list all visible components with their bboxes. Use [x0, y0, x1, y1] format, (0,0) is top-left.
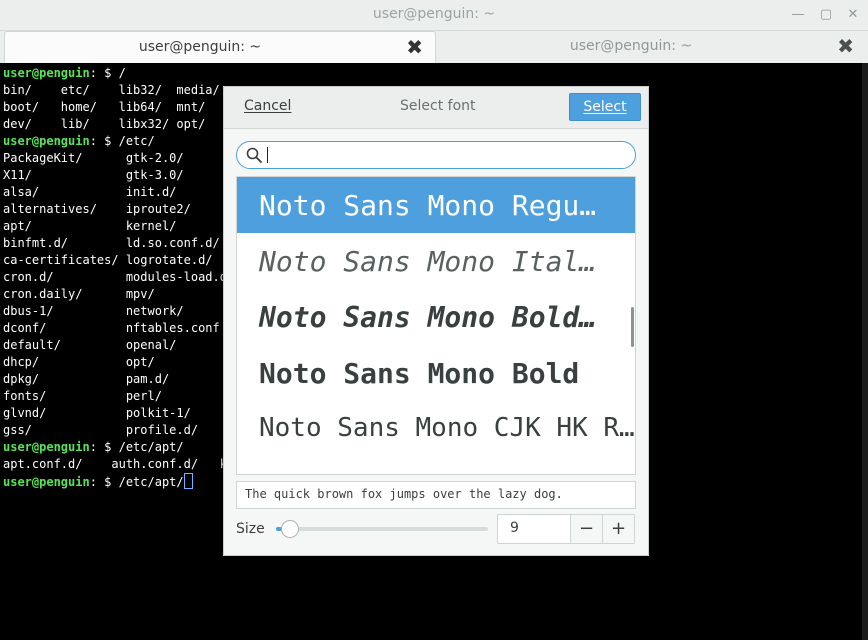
terminal-line: X11/ gtk-3.0/	[3, 168, 184, 182]
preview-text: The quick brown fox jumps over the lazy …	[245, 487, 563, 501]
font-search-input[interactable]	[236, 141, 636, 169]
terminal-line: bin/ etc/ lib32/ media/	[3, 83, 220, 97]
tab-close-icon[interactable]: ✖	[406, 37, 423, 57]
text-caret	[267, 147, 268, 163]
font-list-item[interactable]: Noto Sans Mono Bold…	[237, 289, 635, 345]
increase-size-button[interactable]: +	[602, 515, 634, 543]
tab-label: user@penguin: ~	[138, 39, 262, 55]
terminal-line: user@penguin: $ /etc/	[3, 134, 155, 148]
select-button[interactable]: Select	[569, 93, 641, 121]
terminal-line: dpkg/ pam.d/	[3, 372, 170, 386]
search-icon	[246, 147, 262, 163]
font-list-scrollbar[interactable]	[631, 307, 634, 347]
font-chooser-dialog: Cancel Select font Select Noto Sans Mono…	[223, 86, 649, 556]
terminal-line: gss/ profile.d/	[3, 423, 199, 437]
terminal-line: binfmt.d/ ld.so.conf.d/	[3, 236, 220, 250]
terminal-line: user@penguin: $ /	[3, 66, 126, 80]
terminal-line: dev/ lib/ libx32/ opt/	[3, 117, 206, 131]
terminal-scrollbar[interactable]	[862, 63, 868, 640]
window-close-icon[interactable]: ✕	[845, 7, 861, 23]
dialog-title: Select font	[400, 98, 476, 114]
terminal-line: glvnd/ polkit-1/	[3, 406, 191, 420]
font-list-item[interactable]: Noto Sans Mono Ital…	[237, 233, 635, 289]
decrease-size-button[interactable]: −	[570, 515, 602, 543]
window-titlebar: user@penguin: ~ — ▢ ✕	[0, 0, 868, 31]
tab-terminal-1[interactable]: user@penguin: ~ ✖	[4, 31, 436, 63]
dialog-header: Cancel Select font Select	[224, 87, 648, 129]
slider-knob[interactable]	[280, 520, 299, 538]
terminal-line: alsa/ init.d/	[3, 185, 177, 199]
terminal-line: dhcp/ opt/	[3, 355, 155, 369]
font-list-item[interactable]: Noto Sans Mono Bold	[237, 345, 635, 401]
size-label: Size	[236, 521, 265, 537]
terminal-line: user@penguin: $ /etc/apt/	[3, 440, 184, 454]
terminal-line: dconf/ nftables.conf	[3, 321, 220, 335]
terminal-line: PackageKit/ gtk-2.0/	[3, 151, 184, 165]
terminal-line: user@penguin: $ /etc/apt/	[3, 473, 193, 490]
font-list-item[interactable]: Noto Sans Mono Regu…	[237, 177, 635, 233]
terminal-line: boot/ home/ lib64/ mnt/	[3, 100, 206, 114]
font-list[interactable]: Noto Sans Mono Regu… Noto Sans Mono Ital…	[236, 176, 636, 475]
size-value: 9	[510, 520, 519, 536]
terminal-line: fonts/ perl/	[3, 389, 162, 403]
terminal-line: cron.daily/ mpv/	[3, 287, 155, 301]
terminal-line: cron.d/ modules-load.d/	[3, 270, 235, 284]
terminal-line: dbus-1/ network/	[3, 304, 184, 318]
terminal-line: apt/ kernel/	[3, 219, 177, 233]
tab-terminal-2[interactable]: user@penguin: ~ ✖	[436, 31, 866, 62]
terminal-line: alternatives/ iproute2/	[3, 202, 191, 216]
terminal-line: ca-certificates/ logrotate.d/	[3, 253, 213, 267]
font-preview[interactable]: The quick brown fox jumps over the lazy …	[236, 481, 636, 509]
terminal-line: default/ openal/	[3, 338, 177, 352]
tab-bar: user@penguin: ~ ✖ user@penguin: ~ ✖	[0, 31, 868, 63]
minimize-icon[interactable]: —	[790, 7, 806, 23]
tab-label: user@penguin: ~	[569, 38, 693, 54]
terminal-line: apt.conf.d/ auth.conf.d/ ke	[3, 457, 235, 471]
maximize-icon[interactable]: ▢	[818, 7, 834, 23]
cancel-button[interactable]: Cancel	[244, 98, 291, 114]
window-title: user@penguin: ~	[372, 6, 496, 22]
font-list-item[interactable]: Noto Sans Mono CJK HK R…	[237, 401, 635, 457]
tab-close-icon[interactable]: ✖	[837, 36, 854, 56]
size-spinbutton[interactable]: 9 − +	[497, 514, 635, 544]
size-slider[interactable]	[276, 520, 488, 538]
terminal-cursor	[183, 473, 193, 489]
